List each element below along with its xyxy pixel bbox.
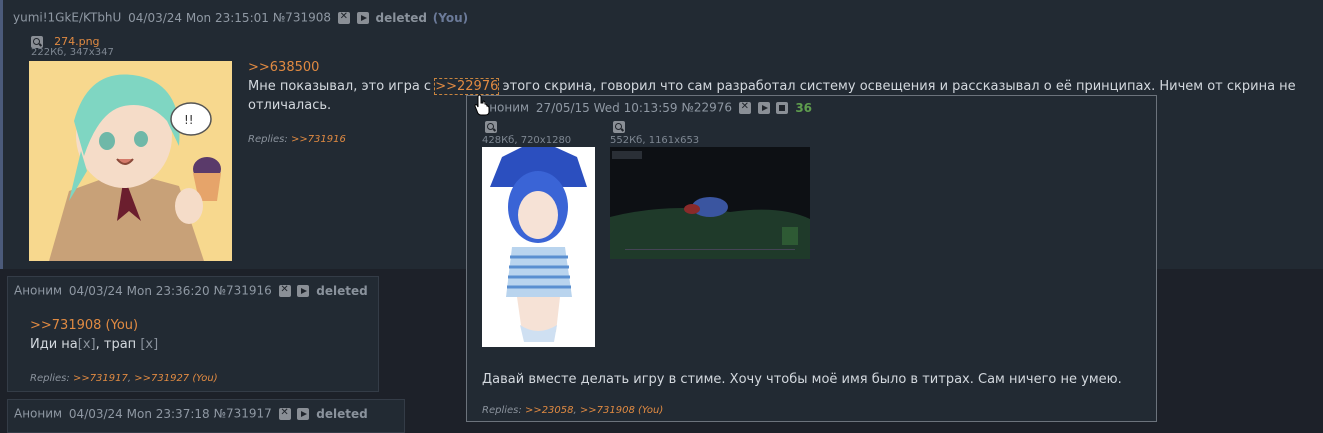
anime-girl-blue-image (482, 147, 595, 347)
post-header: Аноним 04/03/24 Mon 23:36:20 №731916 del… (14, 283, 368, 298)
post-date: 27/05/15 Wed 10:13:59 (535, 100, 678, 115)
search-icon[interactable] (31, 35, 43, 48)
game-screenshot-image (610, 147, 810, 259)
popup-message: Давай вместе делать игру в стиме. Хочу ч… (482, 372, 1122, 387)
poster-name: Аноним (14, 283, 63, 298)
poster-name: yumi!1GkE/KTbhU (13, 10, 122, 25)
play-icon[interactable] (297, 407, 310, 420)
replies-label: Replies: (30, 373, 70, 384)
hide-icon[interactable] (278, 284, 291, 297)
play-icon[interactable] (757, 101, 770, 114)
message-text: Мне показывал, это игра с (248, 79, 432, 94)
popup-image-1[interactable] (482, 147, 595, 347)
post-header: yumi!1GkE/KTbhU 04/03/24 Mon 23:15:01 №7… (13, 10, 468, 25)
deleted-label: deleted (316, 406, 368, 421)
file-meta: 428Кб, 720x1280 (482, 135, 572, 146)
quote-link[interactable]: >>731908 (You) (30, 318, 138, 333)
post-preview-popup: Аноним 27/05/15 Wed 10:13:59 №22976 36 4… (466, 95, 1157, 422)
post-header: Аноним 04/03/24 Mon 23:37:18 №731917 del… (14, 406, 368, 421)
post-number[interactable]: №731916 (213, 284, 271, 298)
replies: Replies: >>23058, >>731908 (You) (482, 405, 664, 416)
search-icon[interactable] (485, 121, 497, 133)
anime-girl-image: !! (29, 61, 232, 261)
hide-icon[interactable] (738, 101, 751, 114)
deleted-label: deleted (316, 283, 368, 298)
reply-link[interactable]: >>731916 (291, 134, 346, 145)
quote-link[interactable]: >>638500 (248, 60, 319, 75)
you-label: (You) (432, 10, 469, 25)
hide-icon[interactable] (278, 407, 291, 420)
reply-link[interactable]: >>731927 (You) (134, 373, 217, 384)
post-number[interactable]: №22976 (681, 101, 732, 115)
replies-label: Replies: (248, 134, 288, 145)
hide-icon[interactable] (337, 11, 350, 24)
reply-link[interactable]: >>23058 (525, 405, 574, 416)
svg-text:!!: !! (184, 113, 194, 127)
search-icon[interactable] (613, 121, 625, 133)
reply-link[interactable]: >>731908 (You) (580, 405, 663, 416)
play-icon[interactable] (356, 11, 369, 24)
popup-image-2[interactable] (610, 147, 810, 259)
spoiler[interactable]: [x] (78, 337, 96, 352)
spoiler[interactable]: [x] (140, 337, 158, 352)
replies-label: Replies: (482, 405, 522, 416)
play-icon[interactable] (297, 284, 310, 297)
post-731917: Аноним 04/03/24 Mon 23:37:18 №731917 del… (7, 399, 405, 433)
post-date: 04/03/24 Mon 23:15:01 (128, 10, 269, 25)
inline-post-link[interactable]: >>22976 (434, 78, 500, 95)
message-text-cont: этого скрина, говорил что сам разработал… (502, 79, 1296, 94)
replies: Replies: >>731917, >>731927 (You) (30, 373, 218, 384)
post-731916: Аноним 04/03/24 Mon 23:36:20 №731916 del… (7, 276, 379, 392)
post-date: 04/03/24 Mon 23:36:20 (68, 283, 210, 298)
popup-header: Аноним 27/05/15 Wed 10:13:59 №22976 36 (481, 100, 812, 115)
post-message: >>731908 (You) Иди на[x], трап [x] (30, 316, 158, 354)
post-date: 04/03/24 Mon 23:37:18 (68, 406, 210, 421)
poster-name: Аноним (14, 406, 63, 421)
stop-icon[interactable] (776, 101, 789, 114)
reply-link[interactable]: >>731917 (73, 373, 128, 384)
file-meta: 552Кб, 1161x653 (610, 135, 700, 146)
message-text-cont: , трап (95, 337, 137, 352)
hand-cursor-icon (474, 94, 490, 116)
post-count: 36 (795, 100, 813, 115)
deleted-label: deleted (375, 10, 427, 25)
message-text: Иди на (30, 337, 78, 352)
file-meta: 222Кб, 347x347 (31, 47, 114, 58)
replies: Replies: >>731916 (248, 134, 346, 145)
post-number[interactable]: №731917 (213, 407, 271, 421)
post-number[interactable]: №731908 (273, 11, 331, 25)
post-image-thumbnail[interactable]: !! (29, 61, 232, 261)
